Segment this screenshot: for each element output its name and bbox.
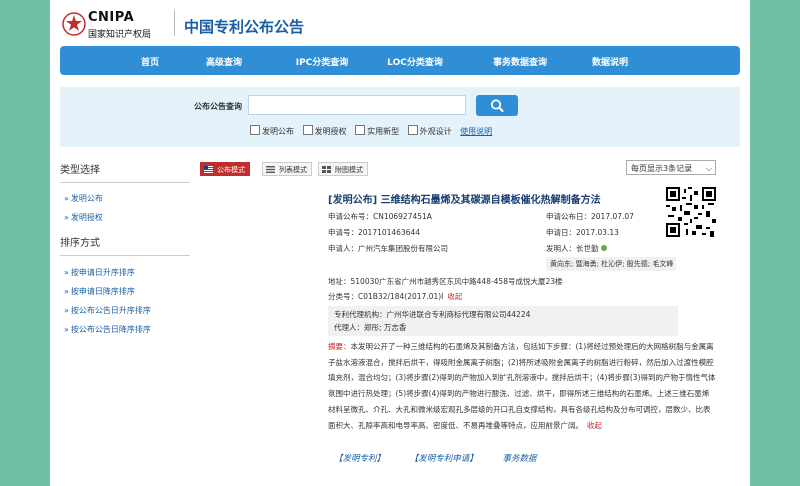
logo-subtext: 国家知识产权局 bbox=[88, 30, 152, 40]
chevron-right-icon: » bbox=[64, 306, 69, 315]
sort-pub-date-desc[interactable]: » 按公布公告日降序排序 bbox=[60, 320, 190, 339]
app-date-row: 申请日：2017.03.13 bbox=[546, 228, 619, 237]
cnipa-logo[interactable]: CNIPA 国家知识产权局 bbox=[62, 10, 170, 40]
sidebar: 类型选择 » 发明公布 » 发明授权 排序方式 » 按申请日升序排序 » 按申请日降序排… bbox=[60, 160, 190, 339]
abstract: 摘要：本发明公开了一种三维结构的石墨烯及其制备方法，包括如下步骤：(1)将经过预… bbox=[328, 339, 716, 433]
link-transaction-data[interactable]: 事务数据 bbox=[502, 454, 536, 464]
search-type-options: 发明公布 发明授权 实用新型 外观设计 使用说明 bbox=[250, 125, 492, 137]
header: CNIPA 国家知识产权局 中国专利公布公告 bbox=[50, 0, 750, 44]
sidebar-item-invention-publication[interactable]: » 发明公布 bbox=[60, 189, 190, 208]
list-icon bbox=[266, 166, 275, 173]
results-area: 公布模式 列表模式 附图模式 每页显示3条记录 ⌵ [发明公布] 三维结构石墨烯… bbox=[200, 160, 716, 464]
site-title: 中国专利公布公告 bbox=[184, 18, 305, 36]
flag-icon bbox=[204, 166, 213, 173]
app-no-row: 申请号：2017101463644 bbox=[328, 228, 421, 237]
chevron-right-icon: » bbox=[64, 325, 69, 334]
search-panel: 公布公告查询 发明公布 发明授权 实用新型 外观设计 使用说明 bbox=[60, 87, 740, 147]
header-divider bbox=[174, 10, 175, 36]
chevron-right-icon: » bbox=[64, 268, 69, 277]
chevron-right-icon: » bbox=[64, 287, 69, 296]
grid-icon bbox=[322, 166, 331, 173]
agency-row: 专利代理机构：广州华进联合专利商标代理有限公司44224 bbox=[334, 310, 531, 319]
page: CNIPA 国家知识产权局 中国专利公布公告 首页 高级查询 IPC分类查询 L… bbox=[50, 0, 750, 486]
tab-figure-mode[interactable]: 附图模式 bbox=[318, 162, 368, 176]
search-button[interactable] bbox=[476, 95, 518, 116]
cnipa-logo-icon bbox=[62, 12, 86, 36]
class-row: 分类号：C01B32/184(2017.01)I 收起 bbox=[328, 292, 463, 301]
qr-code-icon bbox=[666, 187, 716, 237]
address-row: 地址：510030广东省广州市越秀区东风中路448-458号成悦大厦23楼 bbox=[328, 277, 563, 286]
sort-app-date-desc[interactable]: » 按申请日降序排序 bbox=[60, 282, 190, 301]
option-design[interactable]: 外观设计 bbox=[407, 125, 452, 137]
option-invention-grant[interactable]: 发明授权 bbox=[302, 125, 347, 137]
nav-loc-search[interactable]: LOC分类查询 bbox=[387, 55, 443, 68]
abstract-label: 摘要： bbox=[328, 342, 351, 351]
view-mode-bar: 公布模式 列表模式 附图模式 每页显示3条记录 ⌵ bbox=[200, 160, 716, 178]
agent-row: 代理人：郑彤; 万志香 bbox=[334, 323, 407, 332]
nav-data-description[interactable]: 数据说明 bbox=[592, 55, 628, 68]
tab-list-mode[interactable]: 列表模式 bbox=[262, 162, 312, 176]
pub-no-row: 申请公布号：CN106927451A bbox=[328, 212, 432, 221]
inventors-list: 黄向东; 暨海勇; 杜沁伊; 殷先德; 毛文峰 bbox=[546, 257, 676, 271]
main-nav: 首页 高级查询 IPC分类查询 LOC分类查询 事务数据查询 数据说明 bbox=[60, 46, 740, 75]
nav-home[interactable]: 首页 bbox=[141, 55, 159, 68]
inventor-row: 发明人：长世勤 bbox=[546, 243, 607, 254]
sort-heading: 排序方式 bbox=[60, 233, 190, 256]
abstract-text: 本发明公开了一种三维结构的石墨烯及其制备方法，包括如下步骤：(1)将经过预处理后… bbox=[328, 342, 716, 430]
per-page-select[interactable]: 每页显示3条记录 ⌵ bbox=[626, 160, 716, 175]
pub-date-row: 申请公布日：2017.07.07 bbox=[546, 212, 634, 221]
nav-transaction-search[interactable]: 事务数据查询 bbox=[493, 55, 547, 68]
search-label: 公布公告查询 bbox=[194, 102, 242, 111]
search-input[interactable] bbox=[248, 95, 466, 115]
collapse-link[interactable]: 收起 bbox=[447, 292, 462, 301]
record-links: 【发明专利】 【发明专利申请】 事务数据 bbox=[334, 452, 558, 464]
logo-text: CNIPA bbox=[88, 10, 135, 25]
type-heading: 类型选择 bbox=[60, 160, 190, 183]
option-invention-publication[interactable]: 发明公布 bbox=[250, 125, 294, 137]
search-icon bbox=[490, 99, 504, 112]
sidebar-item-invention-grant[interactable]: » 发明授权 bbox=[60, 208, 190, 227]
sort-pub-date-asc[interactable]: » 按公布公告日升序排序 bbox=[60, 301, 190, 320]
nav-advanced-search[interactable]: 高级查询 bbox=[206, 55, 242, 68]
applicant-row: 申请人：广州汽车集团股份有限公司 bbox=[328, 244, 448, 253]
record-title[interactable]: [发明公布] 三维结构石墨烯及其碳源自模板催化热解制备方法 bbox=[328, 191, 601, 206]
sort-app-date-asc[interactable]: » 按申请日升序排序 bbox=[60, 263, 190, 282]
checkbox[interactable] bbox=[407, 125, 418, 135]
nav-ipc-search[interactable]: IPC分类查询 bbox=[296, 55, 349, 68]
tab-public-mode[interactable]: 公布模式 bbox=[200, 162, 250, 176]
checkbox[interactable] bbox=[302, 125, 313, 135]
help-link[interactable]: 使用说明 bbox=[460, 127, 492, 136]
chevron-down-icon: ⌵ bbox=[705, 164, 712, 173]
option-utility-model[interactable]: 实用新型 bbox=[355, 125, 399, 137]
link-invention-application[interactable]: 【发明专利申请】 bbox=[410, 454, 478, 464]
agency-box: 专利代理机构：广州华进联合专利商标代理有限公司44224 代理人：郑彤; 万志香 bbox=[328, 306, 678, 336]
person-icon bbox=[600, 245, 607, 251]
link-invention-patent[interactable]: 【发明专利】 bbox=[334, 454, 385, 464]
chevron-right-icon: » bbox=[64, 213, 69, 222]
checkbox[interactable] bbox=[250, 125, 260, 135]
chevron-right-icon: » bbox=[64, 194, 69, 203]
abstract-collapse-link[interactable]: 收起 bbox=[587, 421, 602, 430]
checkbox[interactable] bbox=[355, 125, 366, 135]
